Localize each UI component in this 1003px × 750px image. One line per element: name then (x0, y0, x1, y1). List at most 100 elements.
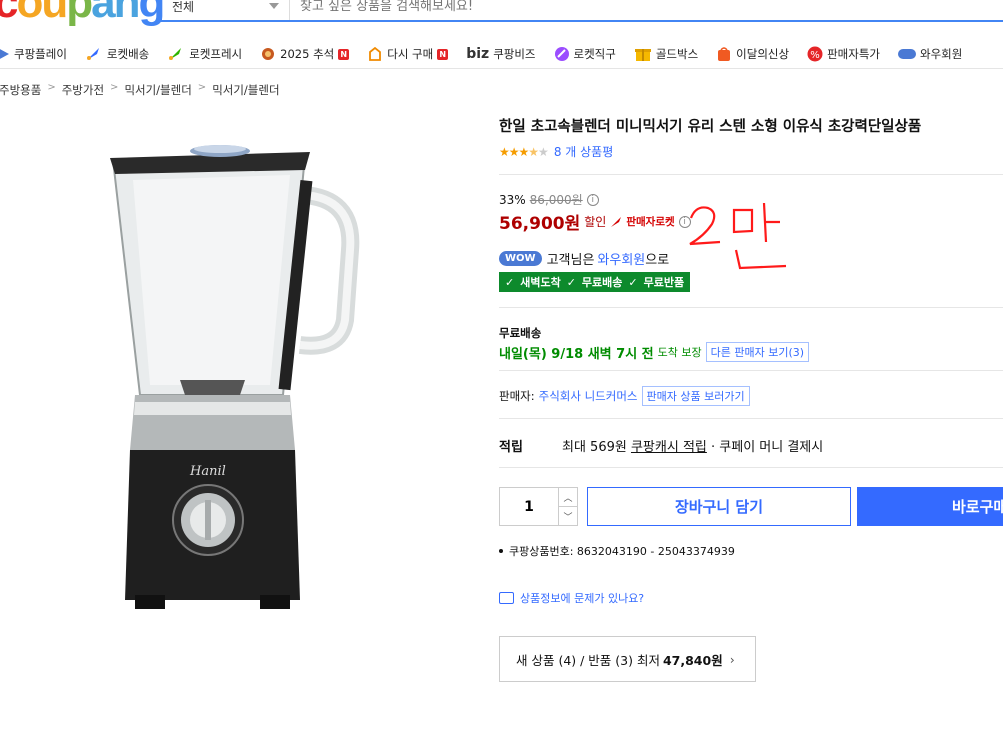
coupang-cash-link[interactable]: 쿠팡캐시 적립 (631, 436, 707, 455)
nav-divider (0, 68, 1003, 69)
nav-label: 골드박스 (655, 47, 699, 61)
wow-row: WOW 고객님은 와우회원 으로 (499, 249, 669, 268)
nav-item-new-products[interactable]: 이달의신상 (716, 46, 789, 62)
nav-item-goldbox[interactable]: 골드박스 (634, 46, 698, 62)
breadcrumb-item[interactable]: 주방용품 (0, 82, 41, 98)
product-title: 한일 초고속블렌더 미니믹서기 유리 스텐 소형 이유식 초강력단일상품 (499, 119, 922, 135)
nav-label: 로켓프레시 (189, 47, 243, 61)
lowest-price: 47,840원 (662, 652, 723, 668)
product-number-text: 쿠팡상품번호: 8632043190 - 25043374939 (509, 545, 735, 558)
info-icon[interactable]: i (586, 193, 599, 206)
new-badge: N (338, 48, 350, 60)
category-nav: 쿠팡플레이 로켓배송 로켓프레시 2025 추석 N 다시 구매 N biz 쿠… (0, 40, 1003, 68)
svg-text:Hanil: Hanil (189, 464, 226, 479)
search-bar: 전체 (160, 0, 1003, 22)
search-category-label: 전체 (172, 0, 195, 14)
nav-label: 쿠팡비즈 (493, 47, 536, 61)
review-count-link[interactable]: 8 개 상품평 (554, 143, 613, 160)
nav-item-global[interactable]: 로켓직구 (554, 46, 616, 62)
check-icon: ✓ (628, 275, 638, 289)
nav-label: 다시 구매 (387, 47, 434, 61)
points-max: 최대 569원 (562, 440, 627, 455)
shipping-title: 무료배송 (499, 326, 542, 340)
divider (499, 174, 1003, 175)
play-icon (0, 49, 9, 59)
rocket-icon (86, 48, 99, 60)
seller-row: 판매자: 주식회사 니드커머스 판매자 상품 보러가기 (499, 386, 750, 406)
new-icon (718, 47, 731, 61)
message-icon (499, 592, 514, 604)
seller-name-link[interactable]: 주식회사 니드커머스 (539, 388, 638, 404)
wow-text-before: 고객님은 (546, 253, 595, 268)
check-icon: ✓ (566, 275, 576, 289)
seller-products-button[interactable]: 판매자 상품 보러가기 (641, 386, 750, 406)
nav-item-rocket[interactable]: 로켓배송 (85, 46, 149, 62)
delivery-date: 내일(목) 9/18 새벽 7시 전 (499, 346, 654, 362)
coupang-logo[interactable]: coupang (0, 0, 165, 28)
rocket-fresh-icon (169, 48, 182, 60)
quantity-buttons: ︿ ﹀ (558, 488, 577, 525)
search-category-select[interactable]: 전체 (162, 0, 290, 20)
benefit-label: 무료배송 (581, 276, 623, 289)
page: coupang 전체 쿠팡플레이 로켓배송 로켓프레시 2025 추석 N (0, 0, 1003, 750)
discount-row: 33% 86,000원 i (499, 191, 599, 208)
chuseok-icon (262, 48, 275, 60)
nav-label: 판매자특가 (827, 47, 880, 61)
report-text: 상품정보에 문제가 있나요? (520, 592, 645, 605)
global-icon (554, 47, 569, 61)
benefit-label: 무료반품 (643, 276, 685, 289)
breadcrumb-item[interactable]: 주방가전 (62, 82, 104, 98)
wow-member-link[interactable]: 와우회원 (597, 249, 645, 268)
nav-label: 와우회원 (919, 47, 963, 61)
breadcrumb-item[interactable]: 믹서기/블렌더 (124, 82, 191, 98)
benefit-bar: ✓ 새벽도착 ✓ 무료배송 ✓ 무료반품 (499, 272, 691, 292)
breadcrumb-item[interactable]: 믹서기/블렌더 (212, 82, 279, 98)
nav-item-seller-deals[interactable]: % 판매자특가 (807, 46, 880, 62)
nav-label: 쿠팡플레이 (14, 47, 67, 61)
nav-label: 2025 추석 (280, 47, 335, 61)
discount-rate: 33% (499, 192, 526, 207)
nav-label: 로켓배송 (106, 47, 150, 61)
nav-item-biz[interactable]: biz 쿠팡비즈 (466, 46, 535, 62)
chevron-right-icon: > (197, 82, 207, 93)
new-item-text: 새 상품 (4) / 반품 (3) 최저 (516, 652, 660, 668)
goldbox-icon (634, 49, 651, 61)
nav-item-coupang-play[interactable]: 쿠팡플레이 (0, 46, 67, 62)
decrease-button[interactable]: ﹀ (559, 507, 577, 525)
new-used-items-button[interactable]: 새 상품 (4) / 반품 (3) 최저 47,840원 › (499, 636, 756, 682)
chevron-right-icon: > (47, 82, 56, 93)
report-link[interactable]: 상품정보에 문제가 있나요? (499, 590, 644, 606)
nav-item-wow[interactable]: 와우회원 (897, 46, 963, 62)
wow-badge: WOW (499, 251, 542, 266)
breadcrumb: 주방용품 > 주방가전 > 믹서기/블렌더 > 믹서기/블렌더 (0, 82, 280, 98)
wow-icon (897, 49, 916, 59)
biz-icon: biz (466, 46, 490, 62)
nav-label: 이달의신상 (736, 47, 790, 61)
add-to-cart-button[interactable]: 장바구니 담기 (587, 487, 851, 526)
other-sellers-button[interactable]: 다른 판매자 보기(3) (705, 342, 810, 362)
rocket-icon (611, 216, 622, 227)
points-condition: · 쿠페이 머니 결제시 (711, 440, 824, 455)
nav-item-rebuy[interactable]: 다시 구매 N (367, 46, 449, 62)
nav-item-chuseok[interactable]: 2025 추석 N (260, 46, 350, 62)
search-input[interactable] (290, 0, 1003, 20)
product-image[interactable]: Hanil (105, 140, 360, 615)
quantity-input[interactable] (500, 488, 558, 525)
divider (499, 467, 1003, 468)
chevron-right-icon: › (729, 651, 735, 667)
buy-now-button[interactable]: 바로구매 (857, 487, 1003, 526)
new-badge: N (437, 48, 449, 60)
svg-text:%: % (810, 50, 820, 61)
sale-label: 할인 (584, 215, 607, 229)
divider (499, 418, 1003, 419)
price-row: 56,900원 할인 판매자로켓 i (499, 209, 691, 234)
original-price: 86,000원 (529, 193, 583, 207)
increase-button[interactable]: ︿ (559, 488, 577, 507)
product-number: 쿠팡상품번호: 8632043190 - 25043374939 (499, 543, 735, 559)
nav-item-rocket-fresh[interactable]: 로켓프레시 (167, 46, 242, 62)
shipping-row: 내일(목) 9/18 새벽 7시 전 도착 보장 다른 판매자 보기(3) (499, 342, 810, 362)
check-icon: ✓ (505, 275, 515, 289)
chevron-right-icon: > (110, 82, 119, 93)
divider (499, 307, 1003, 308)
divider (499, 370, 1003, 371)
